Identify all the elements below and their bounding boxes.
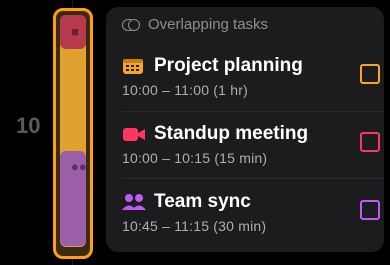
task-title: Standup meeting [154, 123, 309, 144]
task-checkbox[interactable] [360, 132, 380, 152]
overlap-toggle-icon [122, 18, 140, 31]
task-time: 10:00 – 11:00 (1 hr) [122, 82, 248, 98]
task-item[interactable]: Standup meeting 10:00 – 10:15 (15 min) [122, 120, 380, 166]
people-icon [122, 193, 146, 211]
task-item[interactable]: Project planning 10:00 – 11:00 (1 hr) [122, 52, 380, 98]
video-camera-icon [122, 125, 145, 143]
timeline-segment-standup: ■ [60, 15, 86, 49]
panel-header-label: Overlapping tasks [148, 16, 269, 33]
task-checkbox[interactable] [360, 200, 380, 220]
people-icon: ●● [71, 159, 87, 174]
timeline-task-block[interactable]: ■ ●● [53, 8, 93, 259]
panel-header: Overlapping tasks [122, 16, 268, 33]
task-title: Project planning [154, 55, 303, 76]
timeline-segment-team-sync: ●● [60, 151, 87, 246]
task-time: 10:45 – 11:15 (30 min) [122, 218, 267, 234]
task-checkbox[interactable] [360, 64, 380, 84]
video-camera-icon: ■ [71, 24, 79, 39]
hour-label: 10 [16, 113, 41, 138]
divider [122, 111, 384, 112]
overlapping-tasks-panel: Overlapping tasks Project planning 10:00… [106, 7, 384, 252]
task-item[interactable]: Team sync 10:45 – 11:15 (30 min) [122, 188, 380, 234]
calendar-icon [122, 57, 144, 75]
task-time: 10:00 – 10:15 (15 min) [122, 150, 268, 166]
task-title: Team sync [154, 191, 251, 212]
divider [122, 178, 384, 179]
